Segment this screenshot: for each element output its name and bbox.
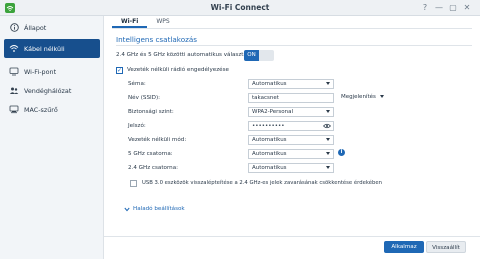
sidebar-item-wireless[interactable]: Kábel nélküli xyxy=(4,39,100,58)
auto-switch-toggle[interactable]: ON xyxy=(244,50,274,61)
sidebar-item-wifi-point[interactable]: Wi-Fi-pont xyxy=(4,62,100,81)
channel24-select[interactable]: Automatikus xyxy=(248,163,334,173)
channel24-label: 2.4 GHz csatorna: xyxy=(128,165,179,171)
schema-value: Automatikus xyxy=(252,81,287,87)
chevron-down-icon xyxy=(326,152,330,155)
chevron-down-icon xyxy=(326,138,330,141)
password-input[interactable]: •••••••••• xyxy=(248,121,334,131)
chevron-down-icon xyxy=(326,82,330,85)
enable-wireless-label: Vezeték nélküli rádió engedélyezése xyxy=(127,67,229,73)
enable-wireless-checkbox[interactable]: ✓ xyxy=(116,67,123,74)
mode-label: Vezeték nélküli mód: xyxy=(128,137,187,143)
usb-downgrade-label: USB 3.0 eszközök visszalépteítése a 2.4 … xyxy=(142,180,382,186)
minimize-button[interactable]: — xyxy=(434,3,444,13)
chevron-down-icon xyxy=(124,207,130,211)
sidebar-item-label: Állapot xyxy=(24,23,47,32)
advanced-settings-label: Haladó beállítások xyxy=(133,206,185,212)
window-title: Wi-Fi Connect xyxy=(210,3,270,12)
sidebar-item-guest-network[interactable]: Vendéghálózat xyxy=(4,81,100,100)
tab-divider xyxy=(112,28,472,29)
eye-icon[interactable] xyxy=(323,123,331,129)
security-label: Biztonsági szint: xyxy=(128,109,174,115)
sidebar-item-label: MAC-szűrő xyxy=(24,105,58,114)
ssid-value: takacsnet xyxy=(252,95,279,101)
wifi-connect-window: Wi-Fi Connect ? — ▢ ✕ Állapot Kábel nélk… xyxy=(0,0,480,259)
sidebar-item-label: Vendéghálózat xyxy=(24,86,72,95)
security-select[interactable]: WPA2-Personal xyxy=(248,107,334,117)
channel5-label: 5 GHz csatorna: xyxy=(128,151,173,157)
advanced-settings-link[interactable]: Haladó beállítások xyxy=(124,206,185,212)
schema-select[interactable]: Automatikus xyxy=(248,79,334,89)
mac-filter-icon xyxy=(4,105,24,114)
help-button[interactable]: ? xyxy=(420,3,430,13)
channel5-select[interactable]: Automatikus xyxy=(248,149,334,159)
sidebar-item-status[interactable]: Állapot xyxy=(4,18,100,37)
footer-divider xyxy=(104,236,480,237)
channel5-value: Automatikus xyxy=(252,151,287,157)
ssid-input[interactable]: takacsnet xyxy=(248,93,334,103)
apply-button[interactable]: Alkalmaz xyxy=(384,241,424,253)
ssid-label: Név (SSID): xyxy=(128,95,161,101)
sidebar-item-label: Kábel nélküli xyxy=(24,44,65,53)
toggle-on-label: ON xyxy=(244,50,259,61)
chevron-down-icon xyxy=(326,110,330,113)
ssid-visibility-select[interactable]: Megjelenítés xyxy=(338,92,388,102)
guest-network-icon xyxy=(4,86,24,95)
section-divider xyxy=(116,45,472,46)
wifi-icon xyxy=(4,44,24,53)
main-panel: Wi-Fi WPS Intelligens csatlakozás 2.4 GH… xyxy=(104,16,480,259)
auto-switch-label: 2.4 GHz és 5 GHz közötti automatikus vál… xyxy=(116,52,250,58)
chevron-down-icon xyxy=(326,166,330,169)
security-value: WPA2-Personal xyxy=(252,109,294,115)
mode-value: Automatikus xyxy=(252,137,287,143)
sidebar-item-mac-filter[interactable]: MAC-szűrő xyxy=(4,100,100,119)
close-button[interactable]: ✕ xyxy=(462,3,472,13)
tab-bar: Wi-Fi WPS xyxy=(112,16,179,28)
channel24-value: Automatikus xyxy=(252,165,287,171)
wifi-point-icon xyxy=(4,67,24,76)
chevron-down-icon xyxy=(380,95,384,98)
password-value: •••••••••• xyxy=(252,123,285,129)
usb-downgrade-checkbox[interactable] xyxy=(130,180,137,187)
section-title: Intelligens csatlakozás xyxy=(116,35,198,44)
sidebar-item-label: Wi-Fi-pont xyxy=(24,67,57,76)
sidebar: Állapot Kábel nélküli Wi-Fi-pont Vendégh… xyxy=(0,16,104,259)
tab-wps[interactable]: WPS xyxy=(147,16,178,28)
info-icon[interactable]: i xyxy=(338,149,345,156)
status-icon xyxy=(4,23,24,32)
ssid-visibility-value: Megjelenítés xyxy=(341,94,376,100)
title-bar: Wi-Fi Connect ? — ▢ ✕ xyxy=(0,0,480,16)
tab-wifi[interactable]: Wi-Fi xyxy=(112,16,148,28)
schema-label: Séma: xyxy=(128,81,146,87)
maximize-button[interactable]: ▢ xyxy=(448,3,458,13)
reset-button[interactable]: Visszaállít xyxy=(426,241,466,253)
mode-select[interactable]: Automatikus xyxy=(248,135,334,145)
password-label: Jelszó: xyxy=(128,123,146,129)
